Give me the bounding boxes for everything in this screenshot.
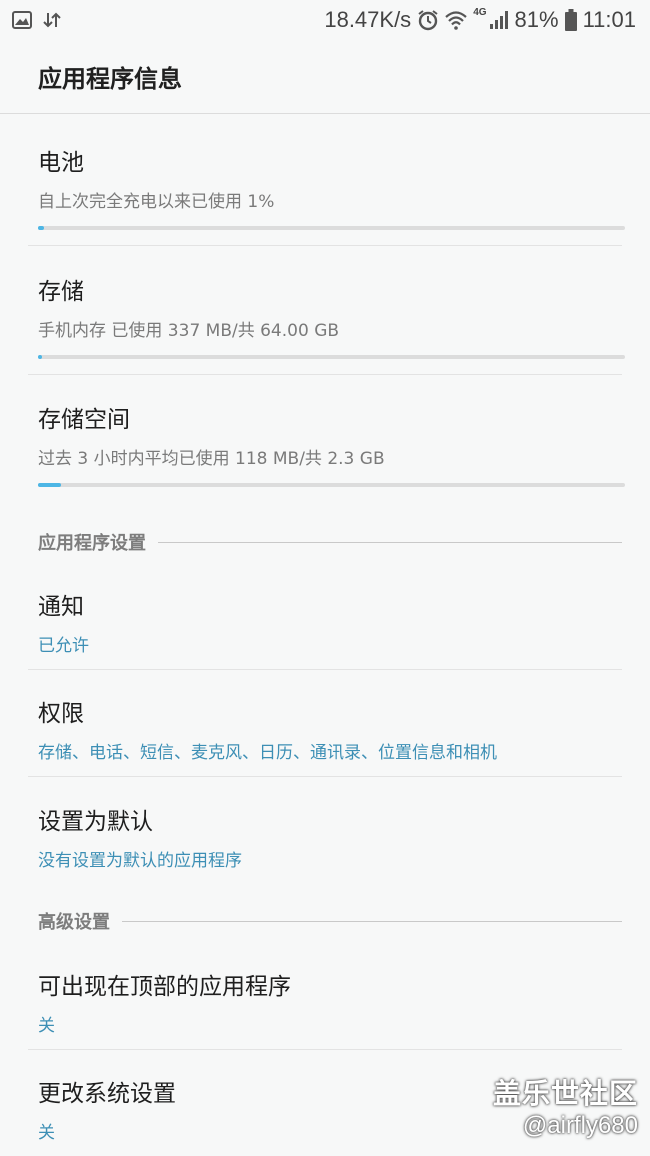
memory-title: 存储空间 [38,407,130,433]
battery-usage-fill [38,226,44,230]
section-header-app-settings: 应用程序设置 [38,529,622,555]
set-as-default-title: 设置为默认 [38,809,153,835]
gallery-icon [12,11,32,29]
storage-item[interactable]: 存储 手机内存 已使用 337 MB/共 64.00 GB [38,272,625,359]
divider [28,245,622,246]
divider [28,374,622,375]
watermark: 盖乐世社区 @airfly680 [493,1072,638,1140]
draw-over-apps-status: 关 [38,1016,55,1036]
notifications-title: 通知 [38,594,84,620]
section-line [158,541,622,543]
watermark-community: 盖乐世社区 [492,1078,638,1109]
storage-usage-fill [38,355,42,359]
memory-subtitle: 过去 3 小时内平均已使用 118 MB/共 2.3 GB [38,449,385,469]
signal-icon [489,10,509,30]
notifications-status: 已允许 [38,636,89,656]
section-label: 应用程序设置 [38,533,146,554]
set-as-default-item[interactable]: 设置为默认 没有设置为默认的应用程序 [38,802,625,871]
section-header-advanced: 高级设置 [38,908,622,934]
clock: 11:01 [582,7,636,32]
storage-subtitle: 手机内存 已使用 337 MB/共 64.00 GB [38,321,340,341]
battery-percent: 81% [514,7,559,32]
battery-usage-bar [38,226,625,230]
battery-icon [564,9,577,31]
divider [28,776,622,777]
watermark-user: @airfly680 [522,1112,638,1139]
storage-usage-bar [38,355,625,359]
permissions-title: 权限 [38,701,84,727]
network-speed: 18.47K/s [324,7,412,32]
section-label: 高级设置 [38,912,110,933]
section-line [122,920,622,922]
battery-item[interactable]: 电池 自上次完全充电以来已使用 1% [38,143,625,230]
storage-title: 存储 [38,279,84,305]
app-bar: 应用程序信息 [0,40,650,114]
permissions-item[interactable]: 权限 存储、电话、短信、麦克风、日历、通讯录、位置信息和相机 [38,694,625,763]
network-type: 4G [473,6,487,18]
page-title: 应用程序信息 [38,65,182,93]
divider [28,1049,622,1050]
status-bar: 18.47K/s 4G 81% 11:01 [0,0,650,40]
alarm-icon [417,9,439,31]
draw-over-apps-item[interactable]: 可出现在顶部的应用程序 关 [38,967,625,1036]
data-transfer-icon [42,11,62,29]
set-as-default-status: 没有设置为默认的应用程序 [38,851,242,871]
memory-item[interactable]: 存储空间 过去 3 小时内平均已使用 118 MB/共 2.3 GB [38,400,625,487]
battery-subtitle: 自上次完全充电以来已使用 1% [38,192,275,212]
divider [28,669,622,670]
memory-usage-bar [38,483,625,487]
memory-usage-fill [38,483,62,487]
permissions-list: 存储、电话、短信、麦克风、日历、通讯录、位置信息和相机 [38,743,497,763]
notifications-item[interactable]: 通知 已允许 [38,587,625,656]
wifi-icon [445,10,467,30]
battery-title: 电池 [38,150,84,176]
draw-over-apps-title: 可出现在顶部的应用程序 [38,974,291,1000]
